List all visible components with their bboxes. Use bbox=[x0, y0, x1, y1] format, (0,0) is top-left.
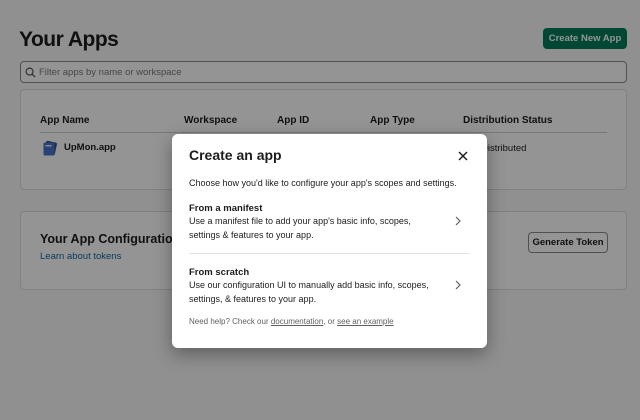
see-example-link[interactable]: see an example bbox=[337, 317, 393, 326]
option-from-manifest[interactable]: From a manifest Use a manifest file to a… bbox=[189, 201, 469, 253]
chevron-right-icon bbox=[455, 280, 461, 290]
create-app-dialog: Create an app Choose how you'd like to c… bbox=[172, 134, 487, 348]
close-icon[interactable] bbox=[456, 149, 470, 163]
help-prefix: Need help? Check our bbox=[189, 317, 269, 326]
option-description: Use our configuration UI to manually add… bbox=[189, 280, 429, 304]
option-title: From scratch bbox=[189, 267, 250, 278]
documentation-link[interactable]: documentation bbox=[271, 317, 323, 326]
option-from-scratch[interactable]: From scratch Use our configuration UI to… bbox=[189, 265, 469, 317]
option-description: Use a manifest file to add your app's ba… bbox=[189, 216, 411, 240]
dialog-subtitle: Choose how you'd like to configure your … bbox=[189, 178, 457, 188]
chevron-right-icon bbox=[455, 216, 461, 226]
dialog-title: Create an app bbox=[189, 147, 282, 163]
help-text: Need help? Check our documentation, or s… bbox=[189, 317, 394, 326]
divider bbox=[189, 253, 469, 254]
help-separator: , or bbox=[323, 317, 335, 326]
option-title: From a manifest bbox=[189, 203, 263, 214]
